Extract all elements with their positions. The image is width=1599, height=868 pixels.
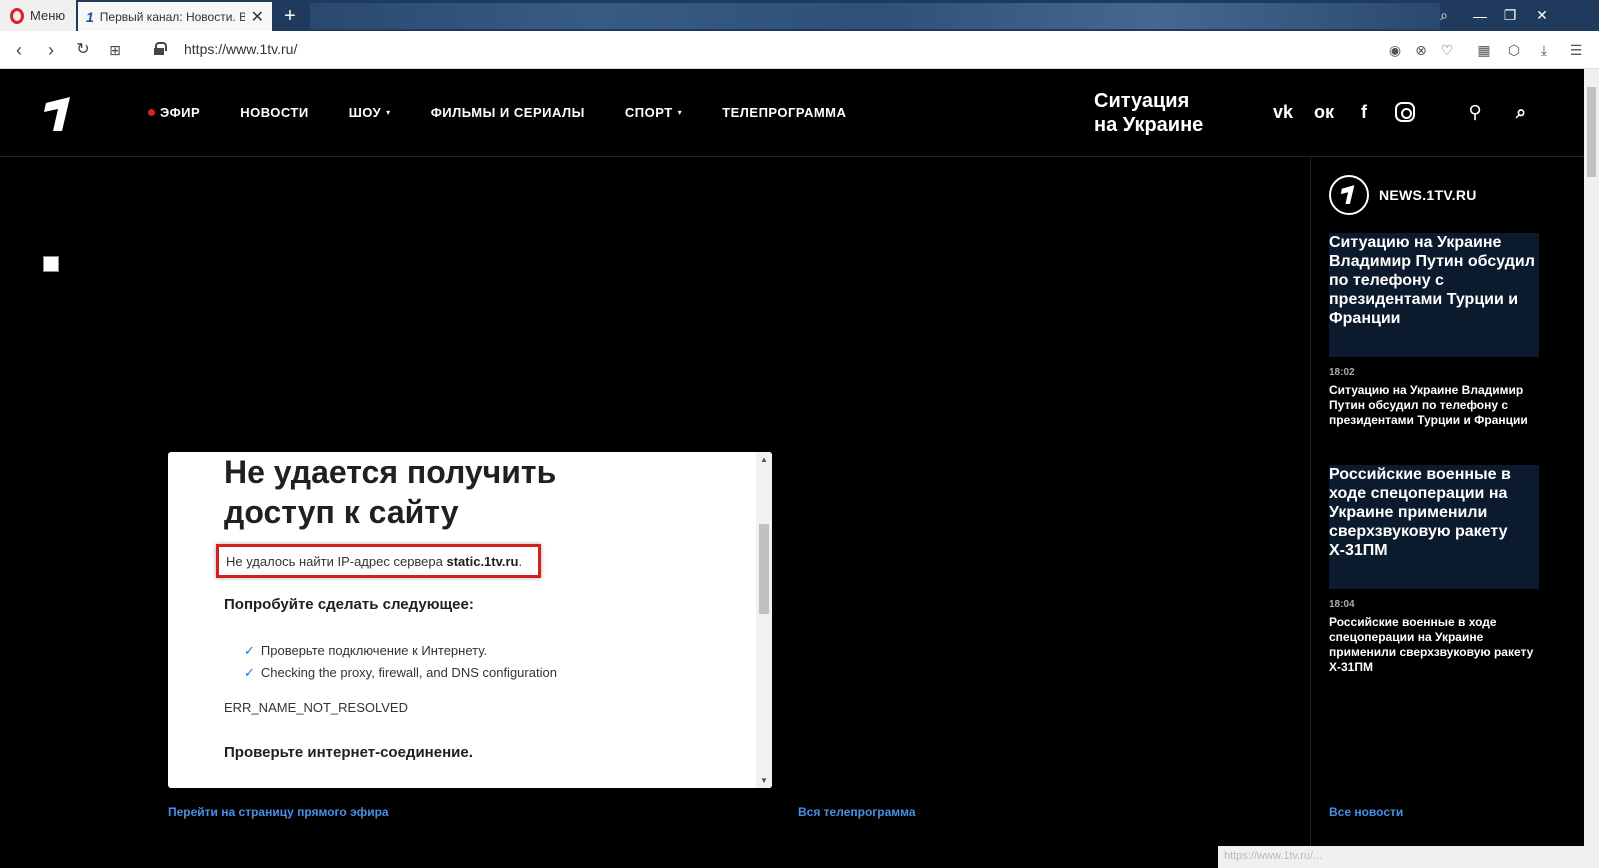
download-icon[interactable]: ⤓ [1534, 40, 1554, 60]
chevron-down-icon: ▾ [677, 108, 683, 117]
menu-label: Меню [30, 8, 66, 23]
scrollbar-thumb[interactable] [759, 524, 769, 614]
status-bar: https://www.1tv.ru/... [1218, 846, 1584, 868]
heart-icon[interactable]: ♡ [1437, 40, 1457, 60]
box-icon[interactable]: ⬡ [1504, 40, 1524, 60]
live-page-link[interactable]: Перейти на страницу прямого эфира [168, 805, 389, 819]
page-scrollbar[interactable] [1584, 69, 1599, 868]
list-item: ✓ Проверьте подключение к Интернету. [244, 643, 488, 658]
news-time-2: 18:04 [1329, 599, 1355, 610]
channel-one-logo-icon[interactable] [40, 95, 76, 133]
menu-item-shows[interactable]: ШОУ ▾ [349, 105, 391, 120]
tab-close-icon[interactable]: ✕ [251, 7, 264, 27]
news-sidebar: NEWS.1TV.RU Ситуацию на Украине Владимир… [1310, 157, 1584, 868]
opera-logo-icon [10, 7, 24, 24]
full-schedule-link[interactable]: Вся телепрограмма [798, 805, 916, 819]
menu-item-live[interactable]: ЭФИР [148, 105, 200, 120]
menu-item-news[interactable]: НОВОСТИ [240, 105, 309, 120]
error-code: ERR_NAME_NOT_RESOLVED [224, 700, 408, 715]
news-brand[interactable]: NEWS.1TV.RU [1379, 187, 1477, 203]
speed-dial-strip [310, 3, 1440, 29]
news-image-1[interactable]: Ситуацию на Украине Владимир Путин обсуд… [1329, 233, 1539, 357]
menu-item-sport[interactable]: СПОРТ ▾ [625, 105, 682, 120]
error-iframe: Не удается получить доступ к сайту Не уд… [168, 452, 772, 788]
broken-image-icon [43, 256, 59, 272]
browser-tab-bar: Меню 1 Первый канал: Новости. В ✕ + ⌕ — … [0, 0, 1599, 31]
try-heading: Попробуйте сделать следующее: [224, 596, 474, 613]
close-window-icon[interactable]: ✕ [1528, 0, 1556, 31]
facebook-icon[interactable]: f [1351, 99, 1377, 125]
list-item: ✓ Checking the proxy, firewall, and DNS c… [244, 665, 557, 680]
suggestion-list: ✓ Проверьте подключение к Интернету. ✓ Che… [244, 640, 557, 684]
new-tab-button[interactable]: + [278, 4, 302, 28]
search-icon[interactable]: ⌕ [1508, 99, 1534, 125]
live-dot-icon [148, 109, 155, 116]
page-content: ЭФИР НОВОСТИ ШОУ ▾ ФИЛЬМЫ И СЕРИАЛЫ СПОРТ… [0, 69, 1584, 868]
active-tab[interactable]: 1 Первый канал: Новости. В ✕ [78, 2, 272, 31]
all-news-link[interactable]: Все новости [1329, 805, 1403, 819]
scrollbar-thumb[interactable] [1587, 87, 1596, 177]
error-message-highlight: Не удалось найти IP-адрес сервера static… [216, 544, 541, 578]
minimize-icon[interactable]: — [1466, 0, 1494, 31]
checkmark-icon: ✓ [244, 643, 255, 658]
instagram-icon[interactable] [1395, 102, 1415, 122]
menu-item-schedule[interactable]: ТЕЛЕПРОГРАММА [722, 105, 846, 120]
news-image-2[interactable]: Российские военные в ходе спецоперации н… [1329, 465, 1539, 589]
scroll-down-icon[interactable]: ▼ [760, 776, 768, 785]
forward-icon[interactable]: › [40, 39, 62, 61]
extension-icon[interactable]: ▦ [1474, 40, 1494, 60]
site-header: ЭФИР НОВОСТИ ШОУ ▾ ФИЛЬМЫ И СЕРИАЛЫ СПОРТ… [0, 69, 1584, 157]
adblock-icon[interactable]: ⊗ [1411, 40, 1431, 60]
checkmark-icon: ✓ [244, 665, 255, 680]
reload-icon[interactable]: ↻ [72, 39, 94, 61]
odnoklassniki-icon[interactable]: ок [1311, 99, 1337, 125]
easy-setup-icon[interactable]: ☰ [1566, 40, 1586, 60]
location-icon[interactable]: ⚲ [1462, 99, 1488, 125]
opera-menu-button[interactable]: Меню [0, 0, 76, 31]
news-title-2[interactable]: Российские военные в ходе спецоперации н… [1329, 615, 1539, 675]
check-connection-heading: Проверьте интернет-соединение. [224, 744, 473, 761]
back-icon[interactable]: ‹ [8, 39, 30, 61]
url-field[interactable]: https://www.1tv.ru/ [184, 41, 297, 57]
news-logo-icon[interactable] [1329, 175, 1369, 215]
error-title: Не удается получить доступ к сайту [224, 454, 557, 530]
site-favicon-icon: 1 [86, 8, 94, 25]
vk-icon[interactable]: vk [1270, 99, 1296, 125]
chevron-down-icon: ▾ [386, 108, 391, 117]
scroll-up-icon[interactable]: ▲ [760, 455, 768, 464]
search-tabs-icon[interactable]: ⌕ [1430, 0, 1458, 31]
main-menu: ЭФИР НОВОСТИ ШОУ ▾ ФИЛЬМЫ И СЕРИАЛЫ СПОРТ… [148, 105, 886, 120]
news-time-1: 18:02 [1329, 367, 1355, 378]
camera-icon[interactable]: ◉ [1385, 40, 1405, 60]
news-title-1[interactable]: Ситуацию на Украине Владимир Путин обсуд… [1329, 383, 1539, 428]
iframe-scrollbar[interactable]: ▲ ▼ [756, 452, 772, 788]
restore-icon[interactable]: ❐ [1496, 0, 1524, 31]
tabs-grid-icon[interactable]: ⊞ [104, 39, 126, 61]
menu-item-films[interactable]: ФИЛЬМЫ И СЕРИАЛЫ [431, 105, 585, 120]
lock-icon[interactable] [154, 42, 167, 55]
situation-link[interactable]: Ситуация на Украине [1094, 89, 1244, 137]
tab-title: Первый канал: Новости. В [99, 9, 245, 24]
address-bar: ‹ › ↻ ⊞ https://www.1tv.ru/ ◉ ⊗ ♡ ▦ ⬡ ⤓ … [0, 31, 1599, 69]
